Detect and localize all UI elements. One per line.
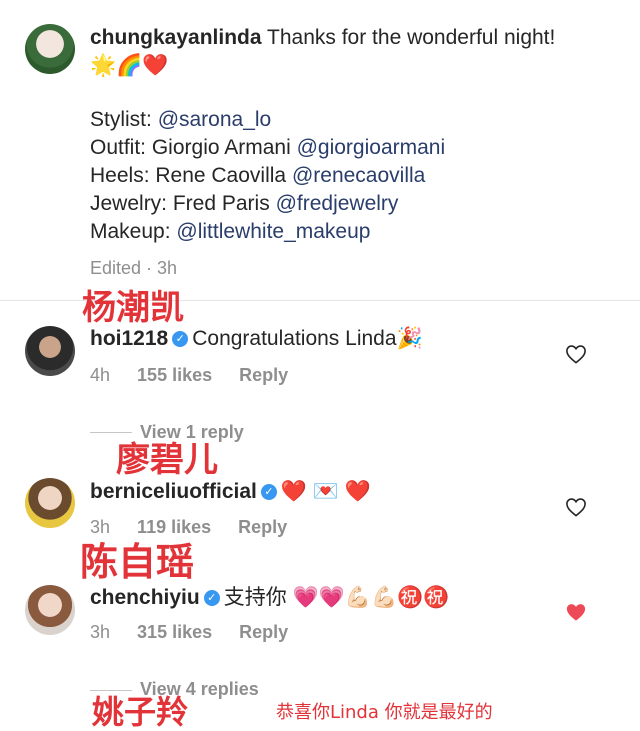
- reply-button[interactable]: Reply: [239, 622, 288, 642]
- comment-username[interactable]: hoi1218: [90, 327, 168, 350]
- credit-label: Outfit: Giorgio Armani: [90, 136, 291, 159]
- caption-avatar[interactable]: [25, 24, 75, 74]
- credit-line-3: Jewelry: Fred Paris @fredjewelry: [90, 190, 398, 218]
- credit-label: Jewelry: Fred Paris: [90, 192, 270, 215]
- comment-line: berniceliuofficial ✓ ❤️ 💌 ❤️: [90, 478, 371, 506]
- verified-icon: ✓: [203, 590, 220, 607]
- mention-link[interactable]: @giorgioarmani: [297, 136, 446, 159]
- comment-text: Congratulations Linda: [192, 327, 397, 350]
- heart-outline-icon[interactable]: [565, 497, 587, 517]
- comment-line: chenchiyiu ✓ 支持你 💗💗💪🏻💪🏻㊗️㊗️: [90, 584, 449, 612]
- credit-label: Makeup:: [90, 220, 171, 243]
- view-replies-label: View 1 reply: [140, 422, 244, 442]
- comment-username[interactable]: chenchiyiu: [90, 586, 200, 609]
- comment-avatar[interactable]: [25, 326, 75, 376]
- credit-line-0: Stylist: @sarona_lo: [90, 106, 271, 134]
- comment-emojis: ❤️ 💌 ❤️: [280, 480, 371, 503]
- heart-outline-icon[interactable]: [565, 344, 587, 364]
- comment-text: 支持你: [223, 586, 287, 609]
- reply-button[interactable]: Reply: [238, 517, 287, 537]
- cn-name-overlay: 姚子羚: [92, 693, 189, 731]
- comment-meta: 3h 315 likes Reply: [90, 622, 288, 643]
- mention-link[interactable]: @littlewhite_makeup: [176, 220, 370, 243]
- credit-line-1: Outfit: Giorgio Armani @giorgioarmani: [90, 134, 445, 162]
- comment-avatar[interactable]: [25, 478, 75, 528]
- replies-line: [90, 690, 132, 691]
- caption-header: chungkayanlinda Thanks for the wonderful…: [90, 24, 610, 52]
- comment-time: 3h: [90, 622, 111, 642]
- credit-line-2: Heels: Rene Caovilla @renecaovilla: [90, 162, 425, 190]
- comment-meta: 3h 119 likes Reply: [90, 517, 287, 538]
- comment-line: hoi1218 ✓ Congratulations Linda🎉: [90, 325, 423, 353]
- likes-count[interactable]: 155 likes: [137, 365, 212, 385]
- verified-icon: ✓: [172, 331, 189, 348]
- cn-name-overlay: 廖碧儿: [116, 440, 218, 480]
- likes-count[interactable]: 119 likes: [137, 517, 211, 537]
- mention-link[interactable]: @fredjewelry: [276, 192, 399, 215]
- comment-username[interactable]: berniceliuofficial: [90, 480, 257, 503]
- caption-username[interactable]: chungkayanlinda: [90, 26, 262, 49]
- party-emoji: 🎉: [396, 327, 423, 350]
- comment-avatar[interactable]: [25, 585, 75, 635]
- cn-name-overlay: 杨潮凯: [82, 288, 184, 328]
- comment-time: 4h: [90, 365, 111, 385]
- replies-line: [90, 432, 132, 433]
- verified-icon: ✓: [260, 484, 277, 501]
- cn-caption-overlay: 恭喜你Linda 你就是最好的: [276, 702, 493, 723]
- cn-name-overlay: 陈自瑶: [80, 540, 195, 584]
- credit-line-4: Makeup: @littlewhite_makeup: [90, 218, 370, 246]
- heart-filled-icon[interactable]: [565, 602, 587, 622]
- caption-meta: Edited · 3h: [90, 258, 178, 278]
- reply-button[interactable]: Reply: [239, 365, 288, 385]
- credit-label: Heels: Rene Caovilla: [90, 164, 287, 187]
- mention-link[interactable]: @renecaovilla: [292, 164, 425, 187]
- comment-emojis: 💗💗💪🏻💪🏻㊗️㊗️: [292, 586, 450, 609]
- likes-count[interactable]: 315 likes: [137, 622, 212, 642]
- mention-link[interactable]: @sarona_lo: [158, 108, 272, 131]
- caption-emojis: 🌟🌈❤️: [90, 54, 169, 77]
- caption-text: Thanks for the wonderful night!: [267, 26, 556, 49]
- comment-time: 3h: [90, 517, 111, 537]
- comment-meta: 4h 155 likes Reply: [90, 365, 288, 386]
- credit-label: Stylist:: [90, 108, 152, 131]
